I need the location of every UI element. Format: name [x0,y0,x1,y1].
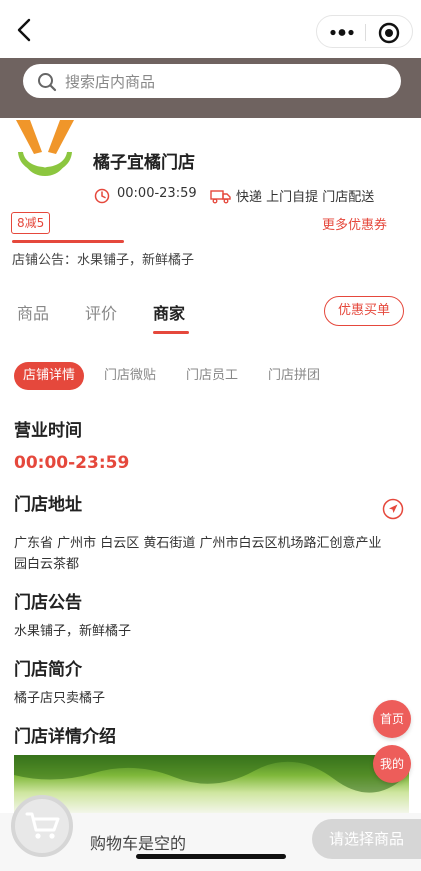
detail-intro-section-title: 门店详情介绍 [14,727,116,747]
subtab-store-staff[interactable]: 门店员工 [186,362,238,390]
intro-text: 橘子店只卖橘子 [14,691,106,706]
search-placeholder: 搜索店内商品 [65,73,156,91]
back-icon[interactable] [14,16,36,44]
sub-tabs: 店铺详情 门店微贴 门店员工 门店拼团 [0,362,421,392]
coupon-badge[interactable]: 8减5 [11,212,51,234]
more-coupons-link[interactable]: 更多优惠券 [322,214,387,233]
coupon-underline [12,240,124,243]
capsule-divider [365,24,366,41]
cart-icon [25,812,60,839]
subtab-store-posts[interactable]: 门店微贴 [104,362,156,390]
search-band: 搜索店内商品 [0,58,421,118]
subtab-group-buy[interactable]: 门店拼团 [268,362,320,390]
store-logo [12,118,78,188]
search-input[interactable]: 搜索店内商品 [23,64,401,98]
tab-products[interactable]: 商品 [17,300,49,324]
navigation-icon[interactable] [382,498,404,520]
checkout-button[interactable]: 请选择商品 [312,819,421,859]
cart-empty-text: 购物车是空的 [90,834,187,853]
store-hours: 00:00-23:59 [117,186,197,201]
store-notice: 店铺公告：水果铺子，新鲜橘子 [12,253,195,268]
store-detail-image [14,755,409,813]
delivery-options: 快递 上门自提 门店配送 [236,190,375,205]
hours-section-title: 营业时间 [14,421,82,441]
mini-program-capsule [316,15,413,48]
truck-icon [210,190,231,204]
search-icon [38,73,57,92]
tab-reviews[interactable]: 评价 [85,300,117,324]
cart-bar: 购物车是空的 请选择商品 [0,795,421,871]
hours-value: 00:00-23:59 [14,453,130,473]
mine-float-button[interactable]: 我的 [373,745,411,783]
intro-section-title: 门店简介 [14,660,82,680]
clock-icon [94,188,110,204]
discount-pay-button[interactable]: 优惠买单 [324,296,404,326]
address-section-title: 门店地址 [14,495,82,515]
notice-text: 水果铺子，新鲜橘子 [14,624,132,639]
address-line-1: 广东省 广州市 白云区 黄石街道 广州市白云区机场路汇创意产业 [14,536,382,551]
home-indicator [136,854,286,859]
home-float-button[interactable]: 首页 [373,700,411,738]
tab-merchant[interactable]: 商家 [153,300,185,324]
target-icon[interactable] [377,21,401,45]
store-name: 橘子宜橘门店 [93,153,195,173]
address-line-2: 园白云茶都 [14,557,80,572]
notice-section-title: 门店公告 [14,593,82,613]
top-bar [0,0,421,58]
cart-button[interactable] [11,795,73,857]
subtab-store-details[interactable]: 店铺详情 [14,362,85,390]
more-icon[interactable] [327,24,357,41]
tab-active-indicator [153,331,189,334]
